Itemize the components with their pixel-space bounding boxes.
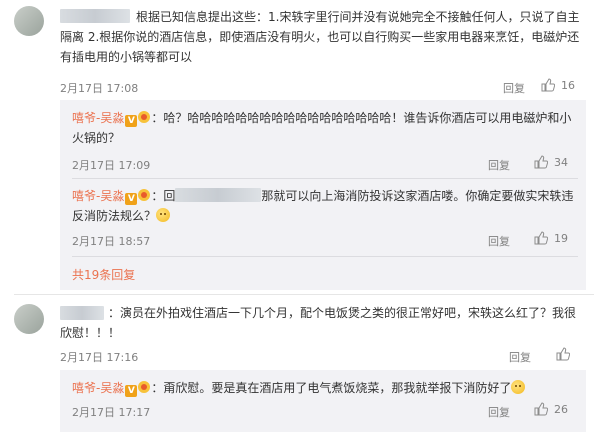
emoji-icon	[156, 208, 171, 222]
avatar[interactable]	[14, 6, 44, 36]
like-button[interactable]: 19	[534, 231, 568, 245]
like-count: 16	[561, 78, 575, 92]
medal-badge-icon	[138, 189, 151, 201]
reply-text: 嘻爷-吴淼 V ：哈？哈哈哈哈哈哈哈哈哈哈哈哈哈哈哈哈哈！谁告诉你酒店可以用电磁炉和…	[72, 111, 572, 145]
comment-text: 根据已知信息提出这些：1.宋轶字里行间并没有说她完全不接触任何人，只说了自主隔离…	[60, 10, 580, 64]
like-button[interactable]	[556, 347, 570, 361]
reply-time: 2月17日 18:57	[72, 235, 151, 248]
mention-blurred[interactable]	[175, 188, 262, 202]
divider	[72, 178, 578, 179]
reply-button[interactable]: 回复	[488, 233, 510, 249]
reply-button[interactable]: 回复	[488, 404, 510, 420]
more-replies-link[interactable]: 共19条回复	[72, 266, 135, 283]
vip-badge-icon: V	[125, 193, 138, 205]
medal-badge-icon	[138, 381, 151, 393]
reply-username[interactable]: 嘻爷-吴淼	[72, 189, 124, 203]
vip-badge-icon: V	[125, 115, 138, 127]
thumbs-up-icon	[534, 155, 548, 169]
thumbs-up-icon	[556, 347, 570, 361]
comment-divider	[14, 294, 594, 295]
reply-button[interactable]: 回复	[509, 349, 531, 365]
medal-badge-icon	[138, 111, 151, 123]
like-count: 19	[554, 231, 568, 245]
reply-time: 2月17日 17:09	[72, 159, 151, 172]
reply-button[interactable]: 回复	[503, 80, 525, 96]
like-button[interactable]: 16	[541, 78, 575, 92]
reply-username[interactable]: 嘻爷-吴淼	[72, 381, 124, 395]
like-count: 26	[554, 402, 568, 416]
vip-badge-icon: V	[125, 385, 138, 397]
like-button[interactable]: 26	[534, 402, 568, 416]
like-count: 34	[554, 155, 568, 169]
thumbs-up-icon	[534, 402, 548, 416]
like-button[interactable]: 34	[534, 155, 568, 169]
reply-text: 嘻爷-吴淼 V ：甭欣慰。要是真在酒店用了电气煮饭烧菜，那我就举报下消防好了	[72, 378, 578, 398]
comment-time: 2月17日 17:16	[60, 351, 139, 364]
avatar[interactable]	[14, 304, 44, 334]
comment-time: 2月17日 17:08	[60, 82, 139, 95]
divider	[72, 256, 578, 257]
reply-time: 2月17日 17:17	[72, 406, 151, 419]
reply-text: 嘻爷-吴淼 V ：回 那就可以向上海消防投诉这家酒店喽。你确定要做实宋轶违反消防法规么…	[72, 188, 574, 223]
emoji-icon	[511, 380, 526, 394]
thumbs-up-icon	[534, 231, 548, 245]
reply-button[interactable]: 回复	[488, 157, 510, 173]
thumbs-up-icon	[541, 78, 555, 92]
comment-text: ：演员在外拍戏住酒店一下几个月，配个电饭煲之类的很正常好吧，宋轶这么红了？我很欣…	[60, 306, 577, 340]
reply-username[interactable]: 嘻爷-吴淼	[72, 111, 124, 125]
